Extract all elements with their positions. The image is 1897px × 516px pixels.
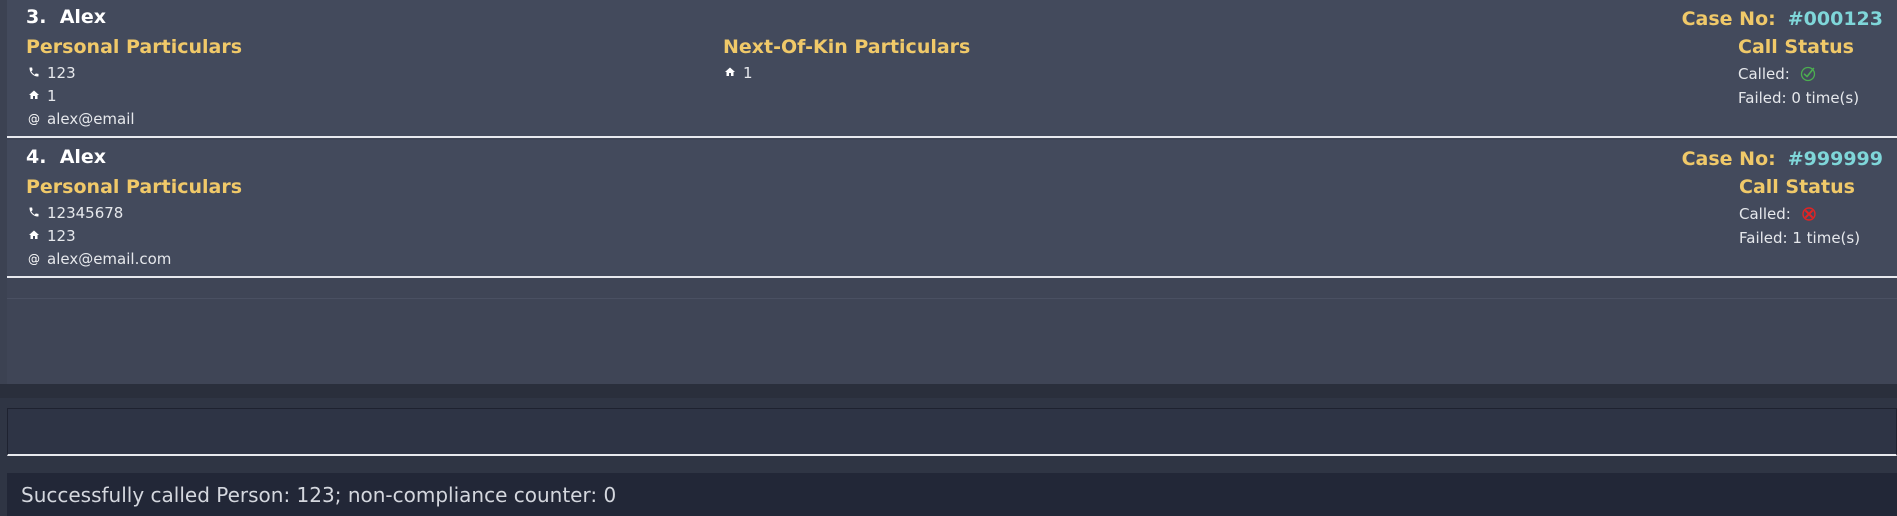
address-row: 1 [27,87,57,105]
x-circle-icon [1801,206,1817,222]
phone-icon [27,66,41,80]
email-row: @ alex@email [27,110,135,128]
case-label: Case No: [1681,8,1776,30]
case-label: Case No: [1681,148,1776,170]
nok-address-row: 1 [723,64,753,82]
called-row: Called: [1739,205,1817,223]
person-name-row: 4. Alex [26,146,106,168]
app-window: 3. Alex Case No: #000123 Personal Particu… [0,0,1897,516]
person-card[interactable]: 4. Alex Case No: #999999 Personal Particu… [7,140,1897,278]
called-label: Called: [1738,65,1790,83]
address: 1 [47,87,57,105]
at-icon: @ [28,112,40,126]
called-label: Called: [1739,205,1791,223]
call-status-title: Call Status [1738,36,1854,58]
check-circle-icon [1800,66,1816,82]
home-icon [723,66,737,80]
email: alex@email.com [47,250,172,268]
email: alex@email [47,110,135,128]
person-name: Alex [59,146,107,168]
phone-number: 123 [47,64,76,82]
email-row: @ alex@email.com [27,250,171,268]
phone-number: 12345678 [47,204,124,222]
case-number: #000123 [1787,8,1883,30]
home-icon [27,229,41,243]
nok-address: 1 [743,64,753,82]
case-number-row: Case No: #000123 [1682,8,1883,30]
person-name-row: 3. Alex [26,6,106,28]
person-index: 4. [26,146,47,168]
next-of-kin-title: Next-Of-Kin Particulars [723,36,971,58]
case-number: #999999 [1787,148,1883,170]
personal-particulars-title: Personal Particulars [26,36,243,58]
failed-count: Failed: 1 time(s) [1739,229,1861,247]
list-row-separator [7,298,1897,299]
personal-particulars-title: Personal Particulars [26,176,243,198]
person-index: 3. [26,6,47,28]
command-input[interactable] [8,409,1896,454]
at-icon: @ [28,252,40,266]
home-icon [27,89,41,103]
called-row: Called: [1738,65,1816,83]
command-box[interactable] [7,408,1897,456]
person-list-panel: 3. Alex Case No: #000123 Personal Particu… [0,0,1897,384]
address: 123 [47,227,76,245]
person-list[interactable]: 3. Alex Case No: #000123 Personal Particu… [7,0,1897,384]
panel-divider [0,384,1897,398]
phone-icon [27,206,41,220]
result-display: Successfully called Person: 123; non-com… [7,473,1897,516]
call-status-title: Call Status [1739,176,1855,198]
failed-count: Failed: 0 time(s) [1738,89,1860,107]
address-row: 123 [27,227,76,245]
phone-row: 123 [27,64,76,82]
case-number-row: Case No: #999999 [1682,148,1883,170]
result-message: Successfully called Person: 123; non-com… [21,483,617,507]
person-card[interactable]: 3. Alex Case No: #000123 Personal Particu… [7,0,1897,138]
person-name: Alex [59,6,107,28]
phone-row: 12345678 [27,204,123,222]
